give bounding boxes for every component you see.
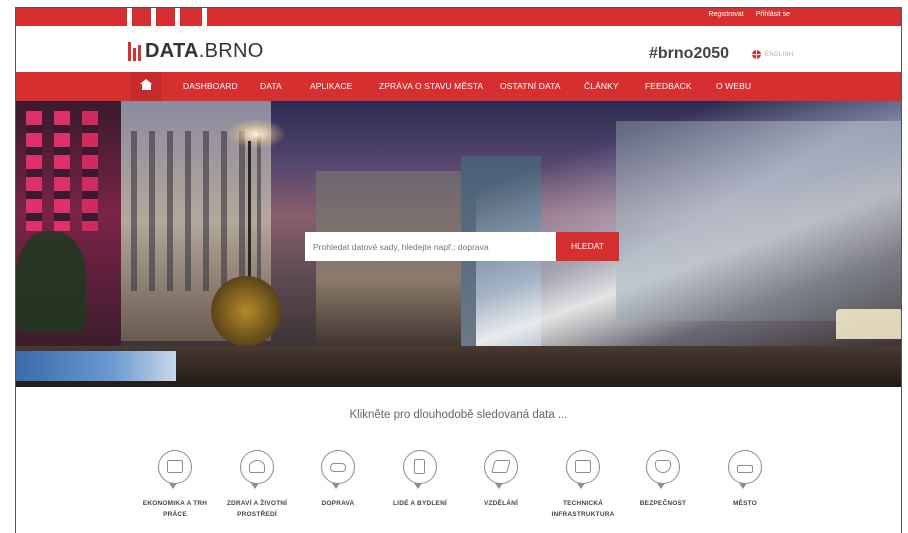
infrastructure-icon (566, 450, 600, 489)
language-switch[interactable]: ENGLISH (752, 50, 793, 59)
nav-item-feedback[interactable]: FEEDBACK (645, 72, 692, 101)
hero-windows (82, 111, 98, 231)
account-links: Registrovat Přihlásit se (708, 11, 790, 18)
hero-banner (16, 351, 176, 381)
category-label: MĚSTO (733, 500, 757, 507)
category-label: ZDRAVÍ A ŽIVOTNÍ PROSTŘEDÍ (226, 500, 288, 518)
register-link[interactable]: Registrovat (708, 11, 743, 18)
logo-bars-icon (128, 42, 141, 61)
login-link[interactable]: Přihlásit se (756, 11, 790, 18)
hero-tent (836, 309, 901, 339)
category-infrastruktura[interactable]: TECHNICKÁ INFRASTRUKTURA (538, 450, 628, 520)
category-lide[interactable]: LIDÉ A BYDLENÍ (375, 450, 465, 509)
decor-stripe (151, 8, 156, 26)
city-icon (728, 450, 762, 489)
hashtag: #brno2050 (649, 45, 730, 62)
decor-stripe (175, 8, 180, 26)
tree-icon (240, 450, 274, 489)
nav-item-aplikace[interactable]: APLIKACE (310, 72, 352, 101)
hero-image: HLEDAT (16, 101, 901, 387)
search-input[interactable] (305, 232, 556, 261)
globe-icon (752, 50, 761, 59)
category-label: DOPRAVA (321, 500, 355, 507)
tagline: Klikněte pro dlouhodobě sledovaná data .… (349, 409, 568, 421)
hero-windows (26, 111, 42, 231)
nav-item-zprava[interactable]: ZPRÁVA O STAVU MĚSTA (379, 72, 483, 101)
category-label: BEZPEČNOST (639, 500, 687, 507)
hero-lamp (226, 119, 286, 149)
logo-text: DATA.BRNO (145, 40, 264, 63)
category-label: EKONOMIKA A TRH PRÁCE (142, 500, 208, 518)
hero-windows (131, 131, 261, 291)
category-label: LIDÉ A BYDLENÍ (393, 500, 447, 507)
category-vzdelani[interactable]: VZDĚLÁNÍ (456, 450, 546, 509)
language-label: ENGLISH (765, 51, 794, 58)
logo-light: .BRNO (198, 40, 264, 62)
browser-page: Registrovat Přihlásit se DATA.BRNO #brno… (15, 7, 902, 533)
category-doprava[interactable]: DOPRAVA (293, 450, 383, 509)
search-button[interactable]: HLEDAT (556, 232, 619, 261)
chart-icon (158, 450, 192, 489)
car-icon (321, 450, 355, 489)
site-header: DATA.BRNO #brno2050 ENGLISH (16, 26, 901, 72)
category-label: VZDĚLÁNÍ (483, 500, 519, 507)
category-mesto[interactable]: MĚSTO (700, 450, 790, 509)
category-ekonomika[interactable]: EKONOMIKA A TRH PRÁCE (130, 450, 220, 520)
graduation-cap-icon (484, 450, 518, 489)
top-bar: Registrovat Přihlásit se (16, 8, 901, 26)
nav-item-dashboard[interactable]: DASHBOARD (183, 72, 238, 101)
decor-stripe (127, 8, 132, 26)
decor-stripe (202, 8, 207, 26)
nav-home[interactable] (131, 72, 161, 101)
hero-windows (54, 111, 70, 231)
site-logo[interactable]: DATA.BRNO (128, 40, 264, 63)
hero-tree (16, 231, 86, 331)
main-nav: DASHBOARD DATA APLIKACE ZPRÁVA O STAVU M… (16, 72, 901, 101)
nav-item-data[interactable]: DATA (260, 72, 282, 101)
hero-building (616, 121, 901, 321)
nav-item-ostatni-data[interactable]: OSTATNÍ DATA (500, 72, 561, 101)
hero-tree (211, 276, 281, 346)
nav-item-clanky[interactable]: ČLÁNKY (584, 72, 619, 101)
category-label: TECHNICKÁ INFRASTRUKTURA (551, 500, 615, 518)
nav-item-o-webu[interactable]: O WEBU (716, 72, 751, 101)
security-icon (646, 450, 680, 489)
category-zdravi[interactable]: ZDRAVÍ A ŽIVOTNÍ PROSTŘEDÍ (212, 450, 302, 520)
category-bezpecnost[interactable]: BEZPEČNOST (618, 450, 708, 509)
logo-bold: DATA (145, 40, 199, 62)
building-icon (403, 450, 437, 489)
